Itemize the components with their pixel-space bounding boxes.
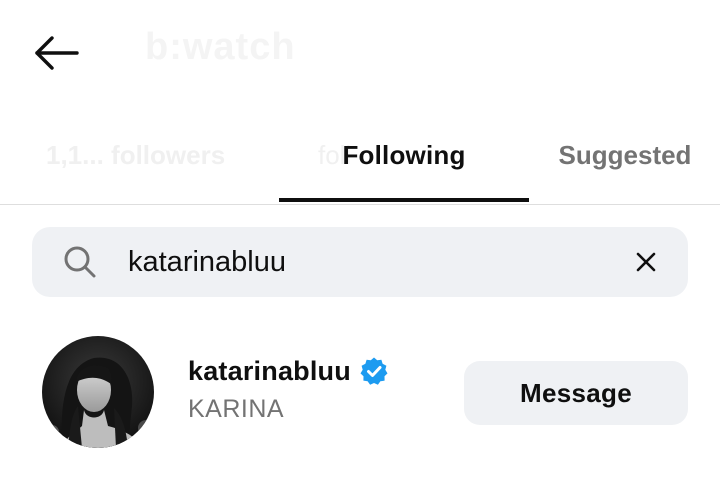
close-icon [636, 252, 656, 272]
avatar[interactable] [42, 336, 154, 448]
username[interactable]: katarinabluu [188, 356, 351, 387]
arrow-left-icon [35, 36, 79, 70]
tab-suggested[interactable]: Suggested [545, 128, 705, 200]
back-button[interactable] [28, 30, 84, 76]
tab-following[interactable]: Following [279, 128, 529, 200]
user-list-item[interactable]: katarinabluu KARINA Message [0, 325, 720, 460]
tab-previous[interactable]: l [0, 128, 6, 200]
full-name: KARINA [188, 395, 285, 423]
tab-followers[interactable]: 1,1... followers [46, 128, 246, 200]
verified-badge-icon [360, 357, 388, 385]
profile-photo [42, 336, 154, 448]
tab-bar: l 1,1... followers foll Following Sugges… [0, 128, 720, 205]
username-line: katarinabluu [188, 353, 448, 389]
following-screen: b:watch l 1,1... followers foll Followin… [0, 0, 720, 495]
tab-label: Following [342, 140, 466, 170]
clear-search-button[interactable] [628, 244, 664, 280]
tab-label: Suggested [558, 140, 692, 170]
active-tab-indicator [279, 198, 529, 202]
search-input[interactable] [128, 239, 598, 285]
message-button[interactable]: Message [464, 361, 688, 425]
top-bar: b:watch [0, 0, 720, 110]
profile-title: b:watch [145, 26, 296, 68]
search-icon [64, 246, 96, 278]
user-info: katarinabluu KARINA [188, 353, 448, 433]
search-bar[interactable] [32, 227, 688, 297]
tab-label: 1,1... followers [46, 140, 226, 170]
